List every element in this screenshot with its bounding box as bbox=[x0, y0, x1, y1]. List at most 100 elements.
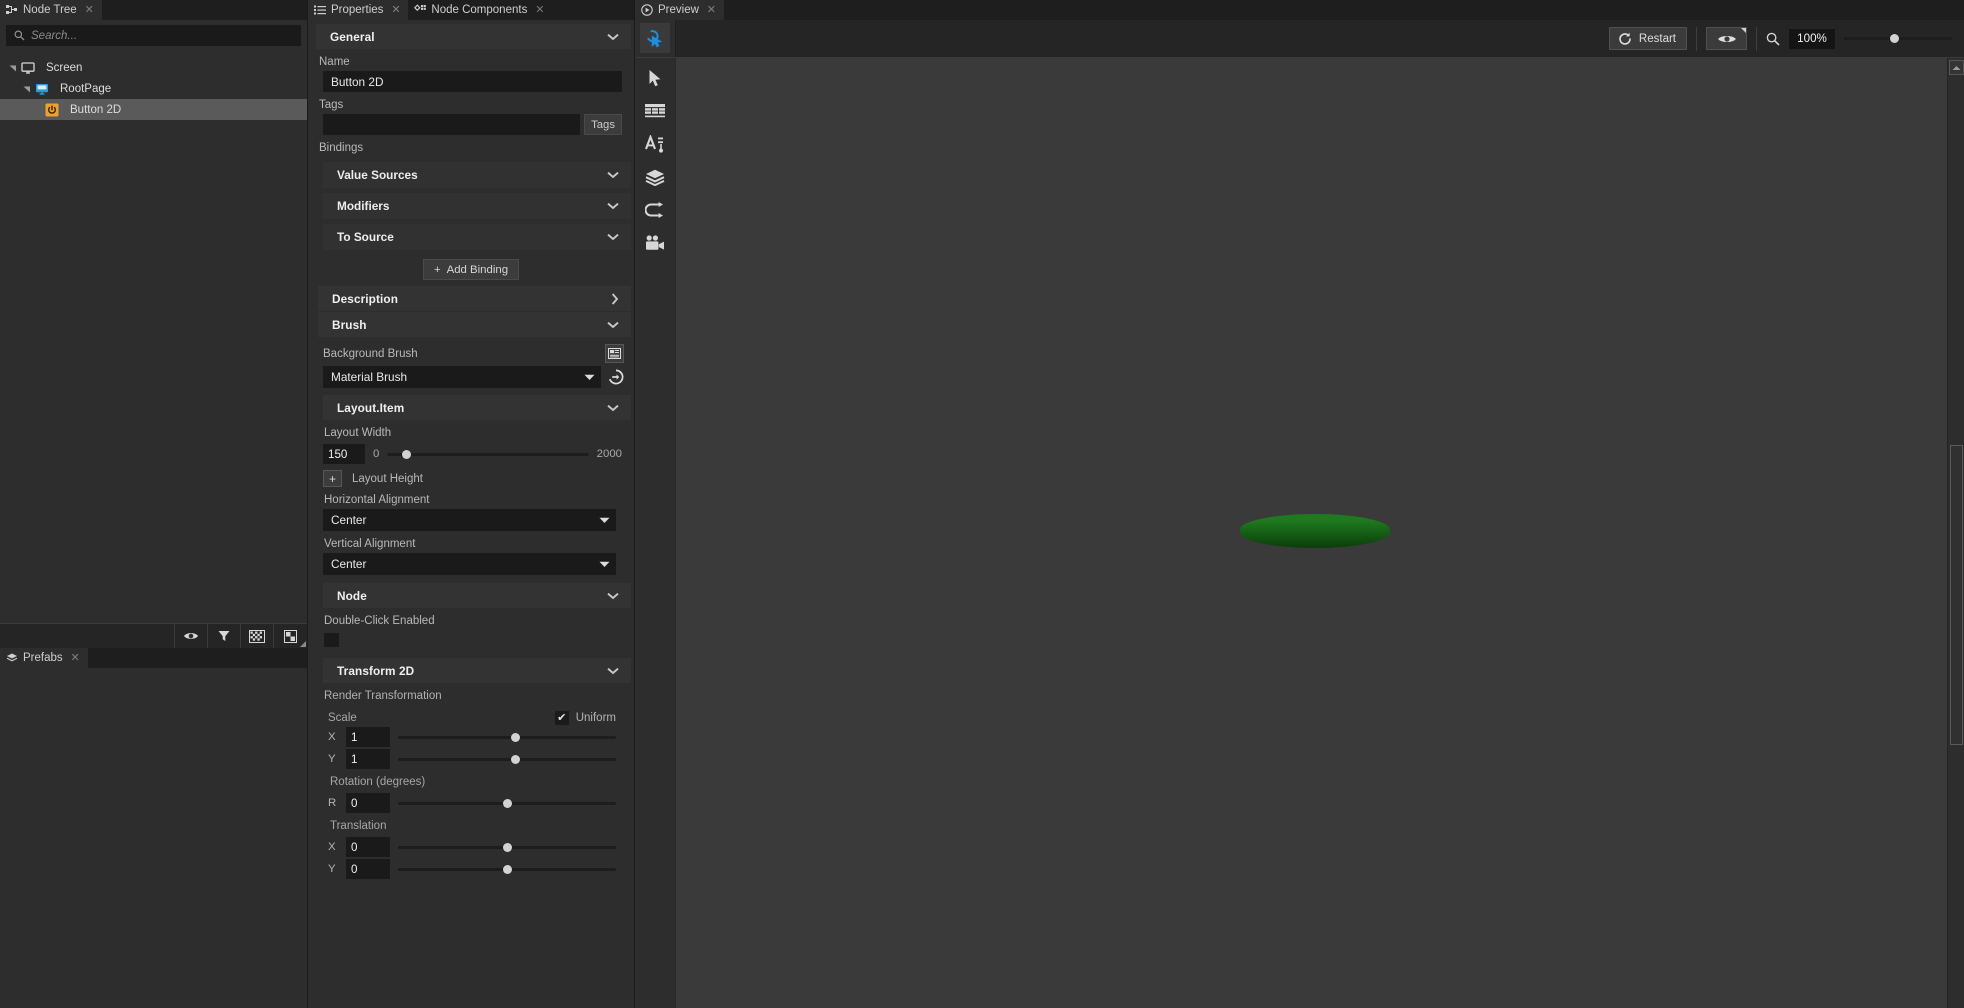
tab-prefabs[interactable]: Prefabs ✕ bbox=[0, 648, 88, 668]
grid-toggle[interactable] bbox=[241, 624, 274, 648]
rotation-input[interactable]: 0 bbox=[346, 793, 390, 813]
rotation-slider[interactable] bbox=[398, 794, 616, 812]
brush-editor-icon[interactable] bbox=[605, 344, 624, 363]
horizontal-alignment-select[interactable]: Center bbox=[323, 509, 616, 531]
subsection-value-sources[interactable]: Value Sources bbox=[323, 162, 631, 188]
table-tool[interactable] bbox=[640, 99, 670, 123]
search-input[interactable]: Search... bbox=[6, 25, 301, 46]
slider-knob[interactable] bbox=[503, 865, 512, 874]
chevron-down-icon[interactable] bbox=[607, 171, 619, 179]
slider-knob[interactable] bbox=[511, 755, 520, 764]
tags-input[interactable] bbox=[323, 114, 580, 135]
goto-source-icon[interactable] bbox=[608, 369, 624, 385]
close-icon[interactable]: ✕ bbox=[706, 5, 717, 16]
zoom-value[interactable]: 100% bbox=[1789, 29, 1835, 49]
close-icon[interactable]: ✕ bbox=[70, 653, 81, 664]
tree-item-screen[interactable]: Screen bbox=[0, 57, 307, 78]
tags-button[interactable]: Tags bbox=[584, 114, 622, 135]
translation-x-input[interactable]: 0 bbox=[346, 837, 390, 857]
slider-knob[interactable] bbox=[1890, 34, 1899, 43]
zoom-control: 100% bbox=[1766, 29, 1952, 49]
node-tree-list[interactable]: Screen RootPage Butto bbox=[0, 50, 307, 623]
subsection-to-source[interactable]: To Source bbox=[323, 224, 631, 250]
chevron-down-icon[interactable] bbox=[607, 321, 619, 329]
chevron-down-icon[interactable] bbox=[599, 561, 610, 568]
chevron-right-icon[interactable] bbox=[611, 293, 619, 305]
section-description[interactable]: Description bbox=[318, 286, 631, 311]
translation-y-input[interactable]: 0 bbox=[346, 859, 390, 879]
layout-width-slider[interactable] bbox=[387, 445, 588, 463]
plus-icon: + bbox=[434, 264, 441, 276]
section-layout-item[interactable]: Layout.Item bbox=[323, 395, 631, 420]
flow-tool[interactable] bbox=[640, 198, 670, 222]
chevron-down-icon[interactable] bbox=[607, 404, 619, 412]
zoom-slider[interactable] bbox=[1844, 31, 1952, 47]
scale-x-slider[interactable] bbox=[398, 728, 616, 746]
background-brush-select[interactable]: Material Brush bbox=[323, 366, 601, 388]
section-brush[interactable]: Brush bbox=[318, 312, 631, 337]
slider-knob[interactable] bbox=[402, 450, 411, 459]
add-layout-height-button[interactable]: + bbox=[323, 470, 342, 487]
slider-knob[interactable] bbox=[511, 733, 520, 742]
animation-tool[interactable] bbox=[640, 231, 670, 255]
uniform-toggle[interactable]: ✔ Uniform bbox=[555, 711, 616, 725]
uniform-checkbox[interactable]: ✔ bbox=[555, 711, 569, 725]
add-binding-button[interactable]: + Add Binding bbox=[423, 259, 519, 280]
chevron-down-icon[interactable] bbox=[607, 202, 619, 210]
section-transform-2d[interactable]: Transform 2D bbox=[323, 658, 631, 683]
translation-x-slider[interactable] bbox=[398, 838, 616, 856]
preview-canvas[interactable] bbox=[675, 58, 1947, 1008]
translation-y-slider[interactable] bbox=[398, 860, 616, 878]
section-general[interactable]: General bbox=[316, 24, 631, 49]
select-interact-tool[interactable] bbox=[640, 23, 670, 53]
chevron-down-icon[interactable] bbox=[607, 233, 619, 241]
collapse-triangle-icon[interactable] bbox=[20, 85, 33, 93]
layers-tool[interactable] bbox=[640, 165, 670, 189]
scroll-up-arrow[interactable] bbox=[1949, 60, 1964, 75]
properties-tabbar: Properties ✕ Node Components ✕ bbox=[308, 0, 634, 20]
slider-knob[interactable] bbox=[503, 843, 512, 852]
table-icon bbox=[645, 103, 665, 119]
tree-item-rootpage[interactable]: RootPage bbox=[0, 78, 307, 99]
filter-button[interactable] bbox=[208, 624, 241, 648]
pointer-tool[interactable] bbox=[640, 66, 670, 90]
scrollbar-thumb[interactable] bbox=[1950, 445, 1963, 745]
visibility-toggle[interactable] bbox=[175, 624, 208, 648]
chevron-down-icon[interactable] bbox=[607, 667, 619, 675]
name-input[interactable]: Button 2D bbox=[323, 71, 622, 92]
chevron-down-icon[interactable] bbox=[607, 592, 619, 600]
tab-node-components[interactable]: Node Components ✕ bbox=[408, 0, 552, 20]
slider-knob[interactable] bbox=[503, 799, 512, 808]
tab-properties[interactable]: Properties ✕ bbox=[308, 0, 408, 20]
restart-button[interactable]: Restart bbox=[1609, 27, 1687, 50]
alpha-toggle[interactable] bbox=[274, 624, 307, 648]
dropdown-corner-icon[interactable] bbox=[1741, 28, 1746, 33]
scale-y-input[interactable]: 1 bbox=[346, 749, 390, 769]
layout-width-input[interactable]: 150 bbox=[323, 444, 365, 464]
preview-vertical-scrollbar[interactable] bbox=[1947, 58, 1964, 1008]
properties-scroll-area[interactable]: General Name Button 2D Tags Tags Binding… bbox=[308, 20, 634, 1008]
preview-button-2d[interactable] bbox=[1240, 514, 1390, 548]
close-icon[interactable]: ✕ bbox=[534, 5, 545, 16]
tree-item-label: RootPage bbox=[52, 83, 111, 95]
vertical-alignment-select[interactable]: Center bbox=[323, 553, 616, 575]
chevron-down-icon[interactable] bbox=[607, 33, 619, 41]
panel-resize-handle[interactable] bbox=[300, 641, 306, 647]
tab-preview[interactable]: Preview ✕ bbox=[635, 0, 724, 20]
close-icon[interactable]: ✕ bbox=[390, 5, 401, 16]
scale-y-slider[interactable] bbox=[398, 750, 616, 768]
prefabs-tabbar: Prefabs ✕ bbox=[0, 648, 307, 668]
subsection-modifiers[interactable]: Modifiers bbox=[323, 193, 631, 219]
double-click-enabled-checkbox[interactable] bbox=[324, 633, 339, 647]
section-node[interactable]: Node bbox=[323, 583, 631, 608]
scale-x-input[interactable]: 1 bbox=[346, 727, 390, 747]
preview-visibility[interactable] bbox=[1706, 27, 1747, 50]
prefabs-content[interactable] bbox=[0, 668, 307, 1008]
close-icon[interactable]: ✕ bbox=[84, 5, 95, 16]
text-tool[interactable] bbox=[640, 132, 670, 156]
chevron-down-icon[interactable] bbox=[584, 374, 595, 381]
chevron-down-icon[interactable] bbox=[599, 517, 610, 524]
collapse-triangle-icon[interactable] bbox=[6, 64, 19, 72]
tab-node-tree[interactable]: Node Tree ✕ bbox=[0, 0, 102, 20]
tree-item-button-2d[interactable]: Button 2D bbox=[0, 99, 307, 120]
